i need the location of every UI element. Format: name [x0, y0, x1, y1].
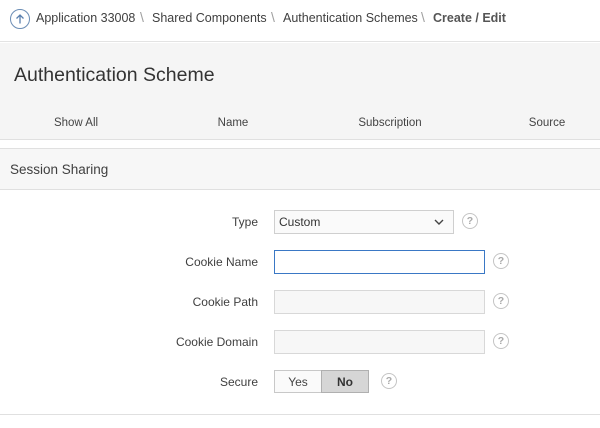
tab-source[interactable]: Source	[529, 117, 565, 129]
type-row: Type Custom ?	[0, 210, 600, 236]
cookie-name-label: Cookie Name	[185, 255, 258, 269]
breadcrumb-application[interactable]: Application 33008	[36, 11, 135, 25]
tab-name[interactable]: Name	[218, 117, 249, 129]
cookie-path-label: Cookie Path	[192, 295, 258, 309]
cookie-domain-label: Cookie Domain	[175, 335, 258, 349]
arrow-up-glyph	[16, 14, 24, 24]
tab-subscription[interactable]: Subscription	[358, 117, 421, 129]
type-label: Type	[231, 215, 258, 229]
secure-no-button[interactable]: No	[321, 370, 369, 393]
help-icon[interactable]: ?	[493, 333, 509, 349]
page-header: Authentication Scheme Show All Name Subs…	[0, 43, 600, 140]
secure-toggle: Yes No	[274, 370, 369, 393]
breadcrumb-current: Create / Edit	[433, 11, 506, 25]
breadcrumb-shared-components[interactable]: Shared Components	[152, 11, 267, 25]
help-icon[interactable]: ?	[493, 253, 509, 269]
session-sharing-header[interactable]: Session Sharing	[0, 148, 600, 190]
help-icon[interactable]: ?	[493, 293, 509, 309]
cookie-path-row: Cookie Path ?	[0, 290, 600, 316]
cookie-name-row: Cookie Name ?	[0, 250, 600, 276]
secure-row: Secure Yes No ?	[0, 370, 600, 396]
cookie-path-input[interactable]	[274, 290, 485, 314]
type-select-value: Custom	[279, 215, 321, 229]
breadcrumb-separator: \	[421, 9, 425, 25]
region-gap	[0, 140, 600, 148]
breadcrumb-separator: \	[140, 9, 144, 25]
cookie-name-input[interactable]	[274, 250, 485, 274]
region-tabs: Show All Name Subscription Source	[0, 107, 600, 139]
arrow-up-icon[interactable]	[10, 9, 30, 29]
type-select[interactable]: Custom	[274, 210, 454, 234]
region-divider	[0, 414, 600, 415]
cookie-domain-input[interactable]	[274, 330, 485, 354]
tab-show-all[interactable]: Show All	[54, 117, 98, 129]
breadcrumb-separator: \	[271, 9, 275, 25]
breadcrumb-authentication-schemes[interactable]: Authentication Schemes	[283, 11, 418, 25]
cookie-domain-row: Cookie Domain ?	[0, 330, 600, 356]
breadcrumb-bar: Application 33008 \ Shared Components \ …	[0, 0, 600, 42]
chevron-down-icon	[434, 219, 444, 225]
page-title: Authentication Scheme	[14, 64, 215, 86]
secure-label: Secure	[219, 375, 258, 389]
secure-yes-button[interactable]: Yes	[274, 370, 321, 393]
section-title: Session Sharing	[10, 162, 109, 177]
help-icon[interactable]: ?	[462, 213, 478, 229]
help-icon[interactable]: ?	[381, 373, 397, 389]
